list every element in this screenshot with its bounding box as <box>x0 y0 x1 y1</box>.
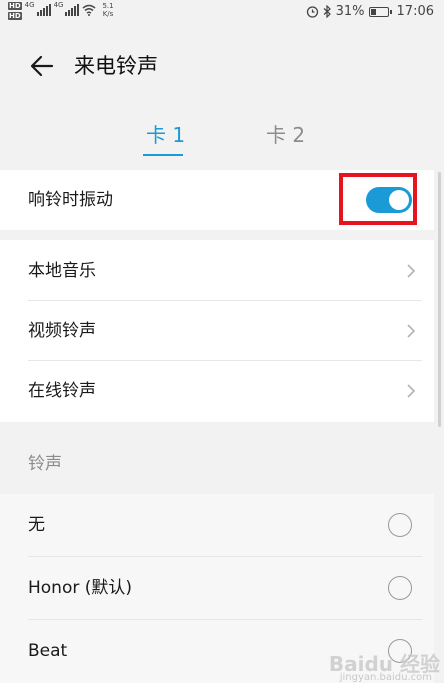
divider <box>28 360 422 361</box>
chevron-right-icon <box>407 384 416 398</box>
hd-badge: HD <box>8 2 22 10</box>
ringtone-option-label: 无 <box>28 515 45 535</box>
hd-badge: HD <box>8 12 22 20</box>
back-arrow-icon[interactable] <box>28 52 56 80</box>
radio-button[interactable] <box>388 513 412 537</box>
chevron-right-icon <box>407 324 416 338</box>
divider <box>28 556 422 557</box>
highlight-box <box>339 173 417 225</box>
source-item-label: 在线铃声 <box>28 381 96 401</box>
divider <box>28 300 422 301</box>
tab-sim1[interactable]: 卡 1 <box>146 122 185 148</box>
divider <box>28 619 422 620</box>
source-item-label: 本地音乐 <box>28 261 96 281</box>
watermark-url: jingyan.baidu.com <box>339 672 432 683</box>
tab-sim2[interactable]: 卡 2 <box>266 122 305 148</box>
vibrate-label: 响铃时振动 <box>28 190 113 210</box>
radio-button[interactable] <box>388 576 412 600</box>
source-item-label: 视频铃声 <box>28 321 96 341</box>
battery-icon <box>368 6 392 17</box>
ringtone-source-card: 本地音乐 视频铃声 在线铃声 <box>0 240 434 422</box>
network-type: 4G <box>53 1 64 9</box>
scrollbar[interactable] <box>438 172 441 427</box>
sim-tabs: 卡 1 卡 2 <box>0 118 444 158</box>
app-bar: 来电铃声 <box>0 40 444 92</box>
alarm-icon <box>306 6 318 18</box>
ringtone-section-header: 铃声 <box>28 454 62 474</box>
battery-percent: 31% <box>335 4 365 19</box>
signal-icon <box>65 4 80 16</box>
network-speed: 5.1 K/s <box>102 2 114 18</box>
wifi-icon <box>82 4 96 16</box>
ringtone-option-label: Beat <box>28 641 68 661</box>
chevron-right-icon <box>407 264 416 278</box>
ringtone-option-label: Honor (默认) <box>28 578 133 598</box>
bluetooth-icon <box>323 5 331 18</box>
network-type: 4G <box>24 1 35 9</box>
tab-indicator <box>143 154 183 156</box>
signal-icon <box>36 4 51 16</box>
page-title: 来电铃声 <box>74 54 158 78</box>
clock: 17:06 <box>396 4 434 19</box>
status-bar: HD HD 4G 4G 5.1 K/s 31% 17:06 <box>0 0 444 26</box>
